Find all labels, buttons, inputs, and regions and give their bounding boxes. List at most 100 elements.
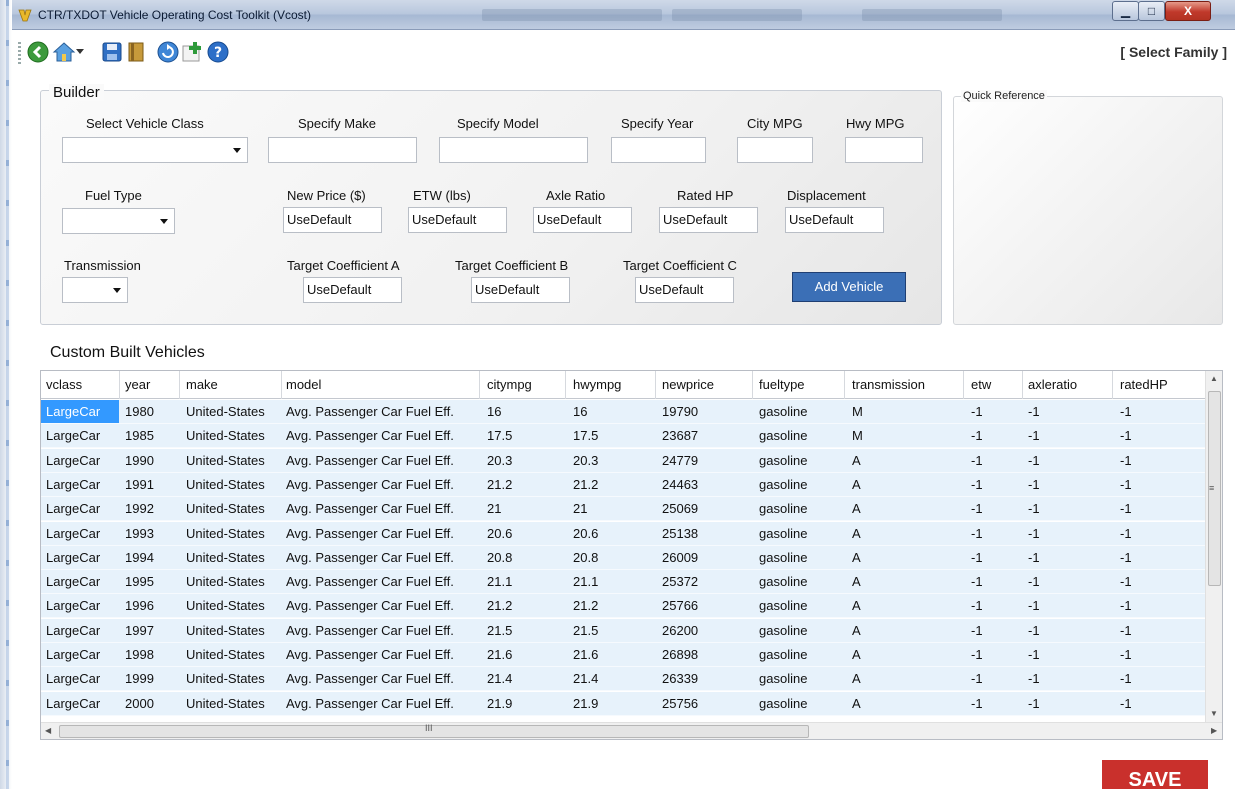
cell-newprice[interactable]: 26009 <box>662 550 698 565</box>
cell-vclass[interactable]: LargeCar <box>46 550 100 565</box>
cell-ratedhp[interactable]: -1 <box>1120 696 1132 711</box>
scroll-up-arrow[interactable]: ▲ <box>1210 374 1218 383</box>
select-family-link[interactable]: [ Select Family ] <box>1120 44 1227 60</box>
table-row[interactable]: LargeCar 1980 United-States Avg. Passenger … <box>41 400 1206 424</box>
cell-hwympg[interactable]: 21.5 <box>573 623 598 638</box>
cell-year[interactable]: 1998 <box>125 647 154 662</box>
cell-vclass[interactable]: LargeCar <box>46 526 100 541</box>
table-row[interactable]: LargeCar 1998 United-States Avg. Passenger … <box>41 643 1206 667</box>
cell-model[interactable]: Avg. Passenger Car Fuel Eff. <box>286 501 454 516</box>
save-button[interactable]: SAVE <box>1102 760 1208 789</box>
cell-axleratio[interactable]: -1 <box>1028 623 1040 638</box>
cell-hwympg[interactable]: 16 <box>573 404 587 419</box>
cell-vclass[interactable]: LargeCar <box>46 623 100 638</box>
vehicles-grid[interactable]: vclass year make model citympg hwympg newprice… <box>40 370 1223 740</box>
cell-etw[interactable]: -1 <box>971 428 983 443</box>
cell-citympg[interactable]: 21.2 <box>487 477 512 492</box>
cell-etw[interactable]: -1 <box>971 501 983 516</box>
cell-hwympg[interactable]: 21.2 <box>573 598 598 613</box>
column-header-transmission[interactable]: transmission <box>852 377 925 392</box>
scroll-left-arrow[interactable]: ◀ <box>45 726 51 735</box>
cell-model[interactable]: Avg. Passenger Car Fuel Eff. <box>286 671 454 686</box>
cell-make[interactable]: United-States <box>186 477 265 492</box>
cell-year[interactable]: 1996 <box>125 598 154 613</box>
cell-vclass[interactable]: LargeCar <box>46 477 100 492</box>
coef-a-input[interactable]: UseDefault <box>303 277 402 303</box>
column-divider[interactable] <box>565 371 566 399</box>
cell-model[interactable]: Avg. Passenger Car Fuel Eff. <box>286 453 454 468</box>
cell-citympg[interactable]: 21 <box>487 501 501 516</box>
cell-fueltype[interactable]: gasoline <box>759 598 807 613</box>
cell-vclass[interactable]: LargeCar <box>46 647 100 662</box>
cell-ratedhp[interactable]: -1 <box>1120 598 1132 613</box>
cell-axleratio[interactable]: -1 <box>1028 647 1040 662</box>
column-divider[interactable] <box>1112 371 1113 399</box>
cell-make[interactable]: United-States <box>186 647 265 662</box>
cell-make[interactable]: United-States <box>186 598 265 613</box>
cell-hwympg[interactable]: 21.1 <box>573 574 598 589</box>
cell-hwympg[interactable]: 20.6 <box>573 526 598 541</box>
toolbar-grip[interactable] <box>18 42 21 64</box>
cell-fueltype[interactable]: gasoline <box>759 477 807 492</box>
cell-axleratio[interactable]: -1 <box>1028 453 1040 468</box>
column-divider[interactable] <box>119 371 120 399</box>
cell-year[interactable]: 1994 <box>125 550 154 565</box>
scroll-right-arrow[interactable]: ▶ <box>1211 726 1217 735</box>
column-divider[interactable] <box>281 371 282 399</box>
cell-newprice[interactable]: 25138 <box>662 526 698 541</box>
cell-etw[interactable]: -1 <box>971 477 983 492</box>
column-header-hwympg[interactable]: hwympg <box>573 377 621 392</box>
cell-citympg[interactable]: 21.2 <box>487 598 512 613</box>
column-header-etw[interactable]: etw <box>971 377 991 392</box>
cell-year[interactable]: 1997 <box>125 623 154 638</box>
add-icon[interactable] <box>180 40 204 64</box>
cell-model[interactable]: Avg. Passenger Car Fuel Eff. <box>286 404 454 419</box>
cell-etw[interactable]: -1 <box>971 574 983 589</box>
cell-hwympg[interactable]: 17.5 <box>573 428 598 443</box>
cell-newprice[interactable]: 25766 <box>662 598 698 613</box>
book-icon[interactable] <box>124 40 148 64</box>
cell-make[interactable]: United-States <box>186 550 265 565</box>
table-row[interactable]: LargeCar 1995 United-States Avg. Passenger … <box>41 570 1206 595</box>
cell-ratedhp[interactable]: -1 <box>1120 550 1132 565</box>
cell-fueltype[interactable]: gasoline <box>759 526 807 541</box>
add-vehicle-button[interactable]: Add Vehicle <box>792 272 906 302</box>
cell-year[interactable]: 1992 <box>125 501 154 516</box>
cell-hwympg[interactable]: 21.4 <box>573 671 598 686</box>
cell-etw[interactable]: -1 <box>971 550 983 565</box>
cell-ratedhp[interactable]: -1 <box>1120 647 1132 662</box>
cell-model[interactable]: Avg. Passenger Car Fuel Eff. <box>286 696 454 711</box>
column-divider[interactable] <box>963 371 964 399</box>
column-divider[interactable] <box>1022 371 1023 399</box>
cell-hwympg[interactable]: 21 <box>573 501 587 516</box>
cell-etw[interactable]: -1 <box>971 453 983 468</box>
vehicle-class-select[interactable] <box>62 137 248 163</box>
cell-axleratio[interactable]: -1 <box>1028 428 1040 443</box>
home-icon[interactable] <box>52 40 76 64</box>
cell-year[interactable]: 1993 <box>125 526 154 541</box>
cell-fueltype[interactable]: gasoline <box>759 404 807 419</box>
cell-hwympg[interactable]: 21.2 <box>573 477 598 492</box>
cell-fueltype[interactable]: gasoline <box>759 623 807 638</box>
coef-c-input[interactable]: UseDefault <box>635 277 734 303</box>
column-header-citympg[interactable]: citympg <box>487 377 532 392</box>
horizontal-scrollbar[interactable]: ◀ III ▶ <box>41 722 1222 739</box>
cell-hwympg[interactable]: 20.3 <box>573 453 598 468</box>
table-row[interactable]: LargeCar 1996 United-States Avg. Passenger … <box>41 594 1206 619</box>
cell-newprice[interactable]: 24779 <box>662 453 698 468</box>
cell-vclass[interactable]: LargeCar <box>46 574 100 589</box>
city-mpg-input[interactable] <box>737 137 813 163</box>
cell-ratedhp[interactable]: -1 <box>1120 671 1132 686</box>
column-header-ratedhp[interactable]: ratedHP <box>1120 377 1168 392</box>
maximize-button[interactable]: □ <box>1138 1 1165 21</box>
cell-model[interactable]: Avg. Passenger Car Fuel Eff. <box>286 428 454 443</box>
cell-newprice[interactable]: 26339 <box>662 671 698 686</box>
table-row[interactable]: LargeCar 1999 United-States Avg. Passenger … <box>41 667 1206 692</box>
cell-model[interactable]: Avg. Passenger Car Fuel Eff. <box>286 550 454 565</box>
cell-vclass[interactable]: LargeCar <box>41 400 119 423</box>
cell-make[interactable]: United-States <box>186 526 265 541</box>
cell-vclass[interactable]: LargeCar <box>46 453 100 468</box>
rated-hp-input[interactable]: UseDefault <box>659 207 758 233</box>
cell-citympg[interactable]: 21.5 <box>487 623 512 638</box>
cell-make[interactable]: United-States <box>186 671 265 686</box>
